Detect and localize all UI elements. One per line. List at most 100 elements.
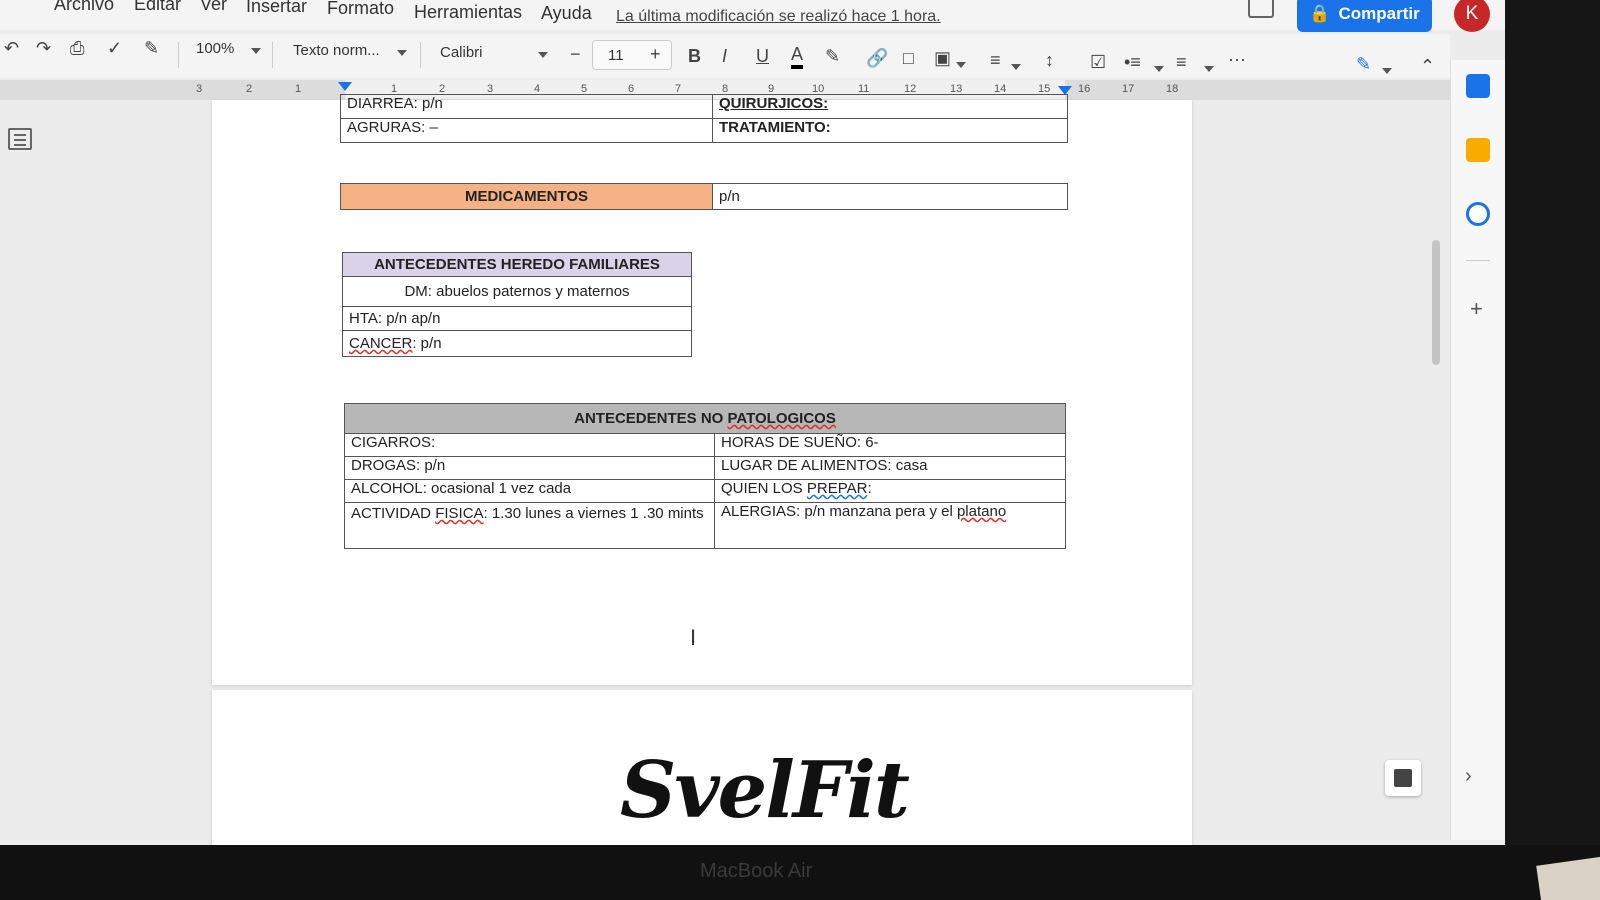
table-cell[interactable]: QUIRURJICOS: <box>712 94 1068 119</box>
explore-icon <box>1394 769 1412 787</box>
cell-text-underlined: platano <box>956 503 1007 520</box>
tasks-icon[interactable] <box>1466 202 1490 226</box>
share-button[interactable]: 🔒 Compartir <box>1297 0 1432 32</box>
menu-herramientas[interactable]: Herramientas <box>414 2 522 23</box>
menu-ayuda[interactable]: Ayuda <box>541 3 592 24</box>
header-text-underlined: PATOLOGICOS <box>727 410 836 427</box>
table-cell[interactable]: HORAS DE SUEÑO: 6- <box>714 433 1066 457</box>
screen: Archivo Editar Ver Insertar Formato Herr… <box>0 0 1505 845</box>
cell-text: QUIEN LOS <box>721 480 807 497</box>
menu-insertar[interactable]: Insertar <box>246 0 307 17</box>
chevron-right-icon[interactable]: › <box>1465 765 1472 788</box>
avatar[interactable]: K <box>1454 0 1490 32</box>
laptop-bezel <box>1505 0 1600 900</box>
print-icon[interactable]: ⎙ <box>70 38 84 59</box>
paint-format-icon[interactable]: ✎ <box>144 38 159 59</box>
chevron-down-icon[interactable] <box>251 48 261 54</box>
toolbar: ↶ ↷ ⎙ ✓ ✎ 100% Texto norm... Calibri − 1… <box>0 34 1450 78</box>
hereditary-header[interactable]: ANTECEDENTES HEREDO FAMILIARES <box>342 252 692 277</box>
last-edit-link[interactable]: La última modificación se realizó hace 1… <box>616 8 941 26</box>
table-cell[interactable]: CIGARROS: <box>344 433 715 457</box>
cell-text: ALERGIAS: p/n manzana pera y el <box>721 503 957 520</box>
comment-add-icon[interactable]: □ <box>903 48 914 69</box>
explore-button[interactable] <box>1385 760 1421 796</box>
cell-text: ACTIVIDAD <box>351 505 436 522</box>
history-table: DIARREA: p/n QUIRURJICOS: AGRURAS: – TRA… <box>340 94 1068 143</box>
cell-text-underlined: PREPAR <box>806 480 868 497</box>
table-cell[interactable]: HTA: p/n ap/n <box>342 306 692 331</box>
ruler-number: 2 <box>246 83 253 95</box>
italic-button[interactable]: I <box>722 46 727 67</box>
numbered-list-icon[interactable]: ≡ <box>1176 52 1187 73</box>
table-cell[interactable]: DM: abuelos paternos y maternos <box>342 276 692 307</box>
header-text: ANTECEDENTES NO <box>574 410 728 427</box>
checklist-icon[interactable]: ☑ <box>1090 52 1106 73</box>
table-cell[interactable]: QUIEN LOS PREPAR: <box>714 479 1066 503</box>
image-icon[interactable]: ▣ <box>934 48 951 69</box>
document-outline-icon[interactable] <box>8 128 32 150</box>
menu-formato[interactable]: Formato <box>327 0 394 19</box>
menu-bar: Archivo Editar Ver Insertar Formato Herr… <box>0 0 1505 32</box>
cancer-value: : p/n <box>412 335 442 352</box>
chevron-down-icon[interactable] <box>1154 66 1164 72</box>
device-label: MacBook Air <box>700 860 813 882</box>
medications-value[interactable]: p/n <box>712 183 1068 210</box>
share-label: Compartir <box>1338 4 1420 23</box>
editing-mode-icon[interactable]: ✎ <box>1356 54 1371 75</box>
line-spacing-icon[interactable]: ↕ <box>1045 50 1054 71</box>
menu-archivo[interactable]: Archivo <box>54 0 114 15</box>
increase-font-button[interactable]: + <box>650 44 661 65</box>
more-icon[interactable]: ⋯ <box>1228 50 1246 71</box>
collapse-toolbar-icon[interactable]: ⌃ <box>1420 56 1435 77</box>
comments-icon[interactable] <box>1248 0 1274 18</box>
lock-icon: 🔒 <box>1309 4 1331 23</box>
table-cell[interactable]: LUGAR DE ALIMENTOS: casa <box>714 456 1066 480</box>
table-cell[interactable]: DIARREA: p/n <box>340 94 713 119</box>
add-addon-icon[interactable]: + <box>1470 296 1483 322</box>
table-cell[interactable]: DROGAS: p/n <box>344 456 715 480</box>
table-cell[interactable]: TRATAMIENTO: <box>712 118 1068 143</box>
toolbar-divider <box>178 42 179 68</box>
style-select[interactable]: Texto norm... <box>293 42 380 59</box>
menu-ver[interactable]: Ver <box>200 0 227 15</box>
side-panel: + <box>1450 60 1505 840</box>
menu-editar[interactable]: Editar <box>134 0 181 15</box>
chevron-down-icon[interactable] <box>397 50 407 56</box>
cell-text: : <box>867 480 872 497</box>
chevron-down-icon[interactable] <box>1011 64 1021 70</box>
link-icon[interactable]: 🔗 <box>866 48 888 69</box>
highlight-icon[interactable]: ✎ <box>825 46 840 67</box>
toolbar-divider <box>420 42 421 68</box>
decrease-font-button[interactable]: − <box>570 44 581 65</box>
chevron-down-icon[interactable] <box>1382 68 1392 74</box>
cell-text: : 1.30 lunes a viernes 1 .30 mints <box>483 505 704 522</box>
scrollbar[interactable] <box>1432 240 1440 365</box>
align-icon[interactable]: ≡ <box>990 50 1001 71</box>
table-cell[interactable]: ALCOHOL: ocasional 1 vez cada <box>344 479 715 503</box>
undo-icon[interactable]: ↶ <box>4 38 19 59</box>
calendar-icon[interactable] <box>1466 74 1490 98</box>
side-divider <box>1466 260 1490 261</box>
left-indent-marker[interactable] <box>338 82 352 91</box>
table-cell[interactable]: CANCER: p/n <box>342 330 692 357</box>
text-cursor-icon: I <box>690 625 697 650</box>
chevron-down-icon[interactable] <box>956 62 966 68</box>
table-cell[interactable]: ALERGIAS: p/n manzana pera y el platano <box>714 502 1066 549</box>
medications-header[interactable]: MEDICAMENTOS <box>340 183 713 210</box>
redo-icon[interactable]: ↷ <box>36 38 51 59</box>
zoom-select[interactable]: 100% <box>196 40 234 57</box>
spellcheck-icon[interactable]: ✓ <box>107 38 122 59</box>
font-size-input[interactable]: 11 <box>608 47 624 64</box>
bold-button[interactable]: B <box>688 46 701 67</box>
table-cell[interactable]: ACTIVIDAD FISICA: 1.30 lunes a viernes 1… <box>344 502 715 549</box>
logo: SvelFit <box>620 745 910 836</box>
non-pathological-header[interactable]: ANTECEDENTES NO PATOLOGICOS <box>344 403 1066 434</box>
chevron-down-icon[interactable] <box>538 52 548 58</box>
text-color-button[interactable]: A <box>791 44 804 69</box>
table-cell[interactable]: AGRURAS: – <box>340 118 713 143</box>
keep-icon[interactable] <box>1466 138 1490 162</box>
chevron-down-icon[interactable] <box>1204 66 1214 72</box>
font-select[interactable]: Calibri <box>440 44 483 61</box>
bullet-list-icon[interactable]: •≡ <box>1124 52 1141 73</box>
underline-button[interactable]: U <box>756 46 769 67</box>
